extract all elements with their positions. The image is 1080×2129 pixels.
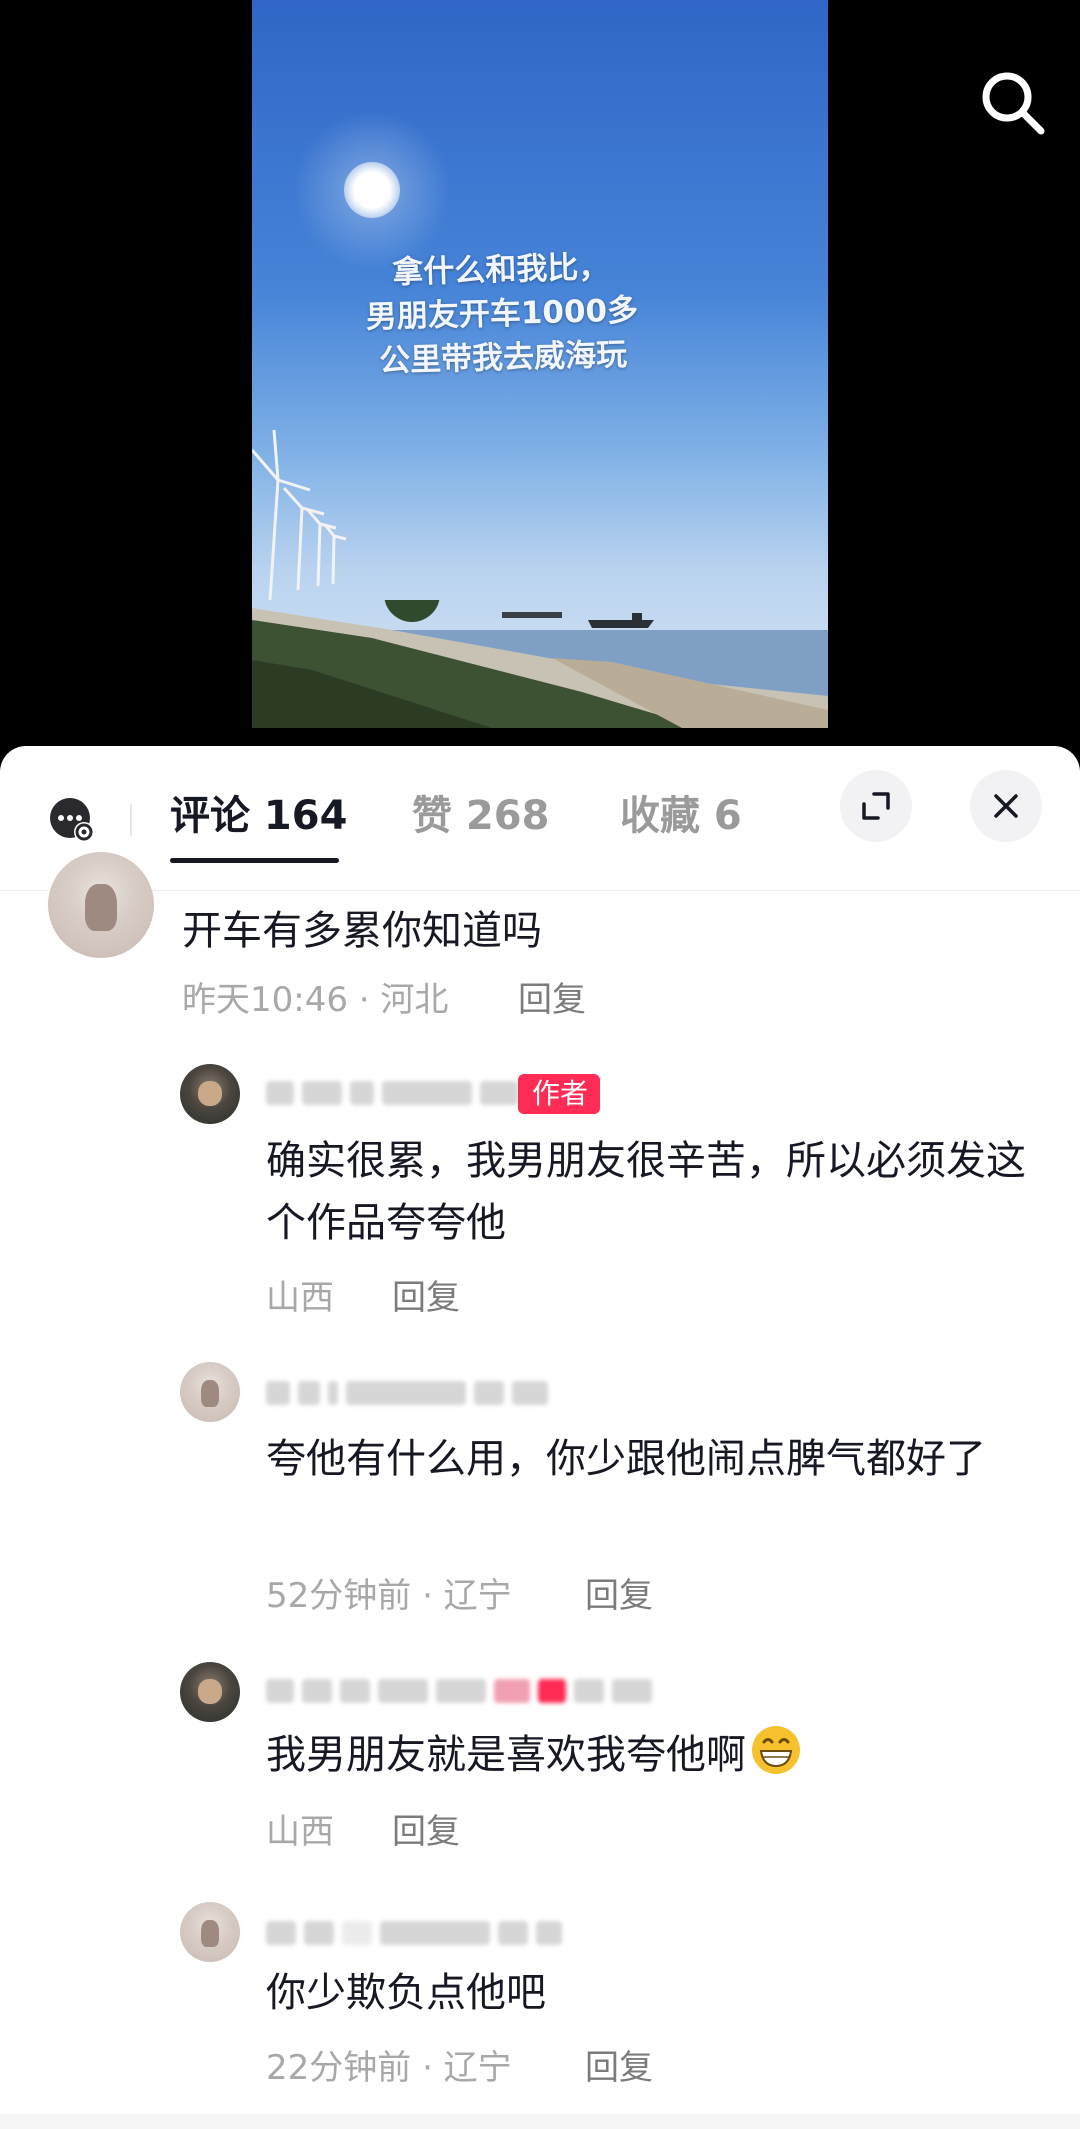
chat-settings-icon[interactable] <box>48 796 96 844</box>
reply-item: 作者 确实很累，我男朋友很辛苦，所以必须发这个作品夸夸他 山西 回复 <box>0 1064 1080 1344</box>
tab-likes[interactable]: 赞 268 <box>412 786 549 846</box>
avatar[interactable] <box>180 1362 240 1422</box>
reply-item: 你少欺负点他吧 22分钟前 · 辽宁 回复 <box>0 1902 1080 2122</box>
username-redacted <box>266 1380 548 1406</box>
seaside-landscape <box>252 600 828 728</box>
comment-meta: 昨天10:46 · 河北 <box>182 980 449 1020</box>
username-redacted <box>266 1920 562 1946</box>
avatar[interactable] <box>180 1064 240 1124</box>
comment-item: 开车有多累你知道吗 昨天10:46 · 河北 回复 <box>0 852 1080 1030</box>
video-player[interactable]: 拿什么和我比， 男朋友开车1000多 公里带我去威海玩 <box>0 0 1080 760</box>
username-redacted <box>266 1080 518 1106</box>
expand-button[interactable] <box>840 770 912 842</box>
video-frame[interactable]: 拿什么和我比， 男朋友开车1000多 公里带我去威海玩 <box>252 0 828 728</box>
comment-text: 夸他有什么用，你少跟他闹点脾气都好了 <box>266 1436 986 1482</box>
video-caption: 拿什么和我比， 男朋友开车1000多 公里带我去威海玩 <box>365 249 639 380</box>
comment-text: 确实很累，我男朋友很辛苦，所以必须发这个作品夸夸他 <box>266 1138 1026 1246</box>
tab-favorites[interactable]: 收藏 6 <box>620 786 742 846</box>
expand-icon <box>862 792 890 820</box>
comment-text-body: 我男朋友就是喜欢我夸他啊 <box>266 1732 746 1778</box>
comment-text: 我男朋友就是喜欢我夸他啊 <box>266 1724 1046 1786</box>
avatar[interactable] <box>48 852 154 958</box>
reply-item: 我男朋友就是喜欢我夸他啊 山西 回复 <box>0 1662 1080 1882</box>
search-button[interactable] <box>978 68 1048 138</box>
grin-emoji-icon <box>752 1726 800 1774</box>
reply-button[interactable]: 回复 <box>585 2040 653 2089</box>
wind-turbines <box>252 429 347 600</box>
sun <box>344 162 400 218</box>
avatar[interactable] <box>180 1902 240 1962</box>
avatar[interactable] <box>180 1662 240 1722</box>
comment-sheet: 评论 164 赞 268 收藏 6 开车有多累你知道吗 昨天10:46 · 河北… <box>0 746 1080 2129</box>
reply-button[interactable]: 回复 <box>392 1804 460 1853</box>
reply-button[interactable]: 回复 <box>585 1568 653 1617</box>
reply-item: 夸他有什么用，你少跟他闹点脾气都好了 52分钟前 · 辽宁 回复 <box>0 1362 1080 1642</box>
reply-button[interactable]: 回复 <box>392 1270 460 1319</box>
active-tab-indicator <box>170 858 339 863</box>
comment-text: 开车有多累你知道吗 <box>182 908 542 954</box>
ship <box>588 613 654 628</box>
close-button[interactable] <box>970 770 1042 842</box>
tab-comments[interactable]: 评论 164 <box>170 786 347 846</box>
sheet-bottom-edge <box>0 2114 1080 2129</box>
comment-meta: 山西 <box>266 1812 334 1852</box>
comment-text: 你少欺负点他吧 <box>266 1970 546 2016</box>
comment-meta: 山西 <box>266 1278 334 1318</box>
reply-button[interactable]: 回复 <box>518 972 586 1021</box>
tab-divider <box>130 804 132 836</box>
comment-meta: 22分钟前 · 辽宁 <box>266 2048 512 2088</box>
close-icon <box>994 794 1018 818</box>
author-badge: 作者 <box>518 1074 601 1114</box>
comment-meta: 52分钟前 · 辽宁 <box>266 1576 512 1616</box>
tab-bar: 评论 164 赞 268 收藏 6 <box>0 746 1080 891</box>
search-icon[interactable] <box>978 68 1048 138</box>
username-redacted <box>266 1678 652 1704</box>
